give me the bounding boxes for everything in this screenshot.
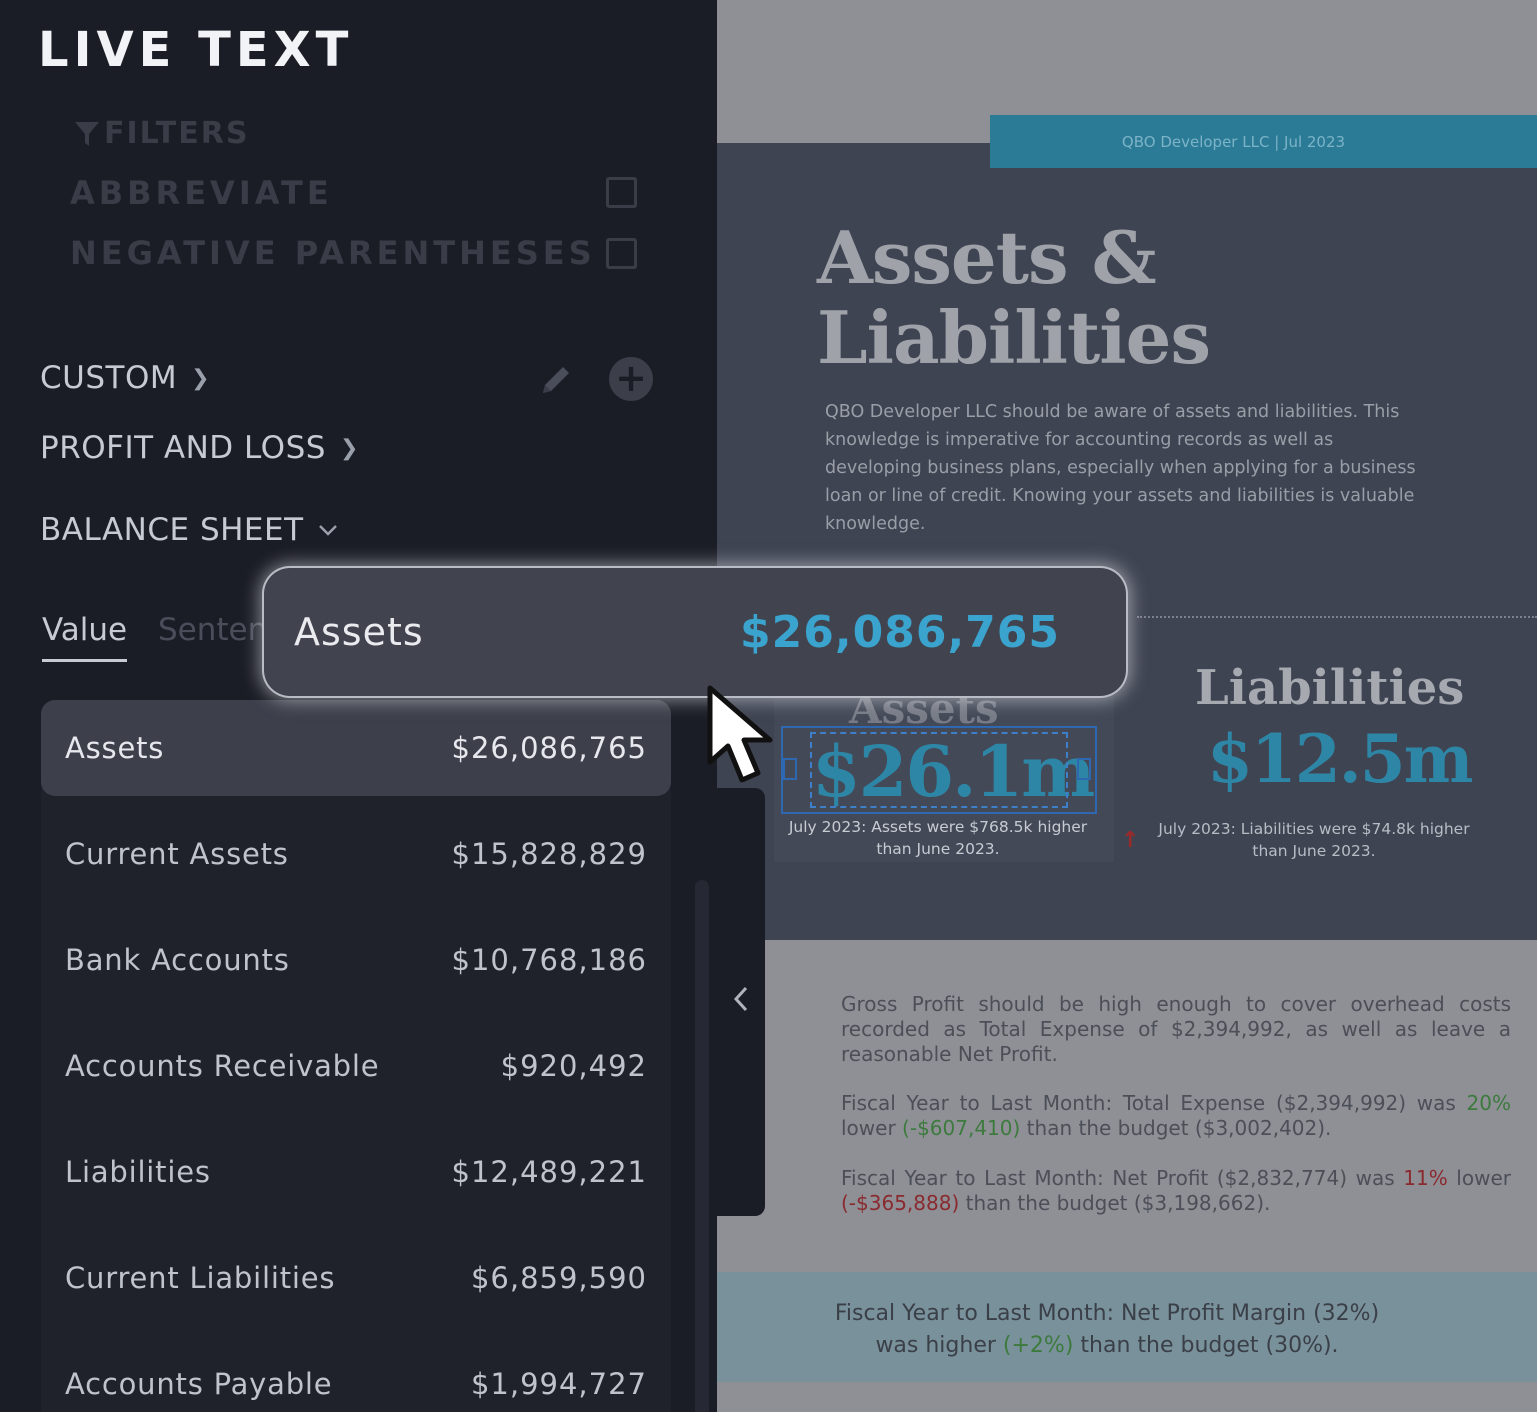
document-title-line2: Liabilities [817, 295, 1211, 380]
list-item[interactable]: Accounts Receivable $920,492 [41, 1018, 671, 1114]
para-text: lower [841, 1116, 903, 1140]
list-item[interactable]: Bank Accounts $10,768,186 [41, 912, 671, 1008]
tooltip-value: $26,086,765 [740, 606, 1060, 658]
chevron-right-icon: ❯ [339, 435, 359, 461]
filters-toggle[interactable]: FILTERS [74, 116, 249, 151]
para-delta: (-$607,410) [902, 1116, 1021, 1140]
liabilities-caption: July 2023: Liabilities were $74.8k highe… [1158, 820, 1470, 860]
liabilities-heading: Liabilities [1195, 660, 1465, 716]
row-value: $1,994,727 [470, 1367, 647, 1401]
para-delta: (-$365,888) [841, 1191, 960, 1215]
add-custom-icon[interactable]: + [609, 357, 653, 401]
row-label: Accounts Receivable [65, 1049, 380, 1083]
row-value: $6,859,590 [470, 1261, 647, 1295]
row-value: $26,086,765 [451, 731, 647, 765]
document-title-line1: Assets & [817, 215, 1157, 300]
filters-label: FILTERS [104, 116, 250, 151]
list-item[interactable]: Current Assets $15,828,829 [41, 806, 671, 902]
abbreviate-checkbox[interactable] [606, 177, 637, 208]
para-text: Fiscal Year to Last Month: Net Profit ($… [841, 1166, 1404, 1190]
negative-parentheses-label: NEGATIVE PARENTHESES [70, 234, 596, 272]
row-value: $12,489,221 [451, 1155, 647, 1189]
live-text-panel: LIVE TEXT FILTERS ABBREVIATE NEGATIVE PA… [0, 0, 717, 1412]
para-percent: 20% [1466, 1091, 1511, 1115]
tooltip-label: Assets [294, 610, 424, 654]
chevron-right-icon: ❯ [191, 365, 211, 391]
document-title: Assets & Liabilities [817, 215, 1211, 380]
divider [1137, 616, 1537, 618]
para-text: than the budget ($3,002,402). [1020, 1116, 1332, 1140]
document-banner: QBO Developer LLC | Jul 2023 [990, 115, 1537, 168]
row-label: Bank Accounts [65, 943, 290, 977]
net-profit-margin-text: Fiscal Year to Last Month: Net Profit Ma… [827, 1298, 1387, 1362]
para-text: than the budget ($3,198,662). [959, 1191, 1271, 1215]
section-profit-and-loss-label: PROFIT AND LOSS [40, 430, 326, 466]
row-label: Accounts Payable [65, 1367, 333, 1401]
drag-preview-tooltip: Assets $26,086,765 [264, 568, 1126, 696]
arrow-up-icon: ↑ [1121, 828, 1140, 853]
row-value: $15,828,829 [451, 837, 647, 871]
row-label: Assets [65, 731, 165, 765]
gross-profit-paragraph: Gross Profit should be high enough to co… [841, 992, 1511, 1066]
para-text: Fiscal Year to Last Month: Total Expense… [841, 1091, 1467, 1115]
para-text: than the budget (30%). [1073, 1333, 1339, 1358]
net-profit-paragraph: Fiscal Year to Last Month: Net Profit ($… [841, 1166, 1511, 1216]
row-value: $10,768,186 [451, 943, 647, 977]
tab-value[interactable]: Value [42, 612, 128, 662]
panel-title: LIVE TEXT [38, 22, 354, 78]
chevron-left-icon [733, 986, 748, 1012]
balance-sheet-list: Assets $26,086,765 Current Assets $15,82… [41, 700, 671, 1412]
row-value: $920,492 [500, 1049, 647, 1083]
report-document: QBO Developer LLC | Jul 2023 Assets & Li… [717, 0, 1537, 1412]
list-item[interactable]: Current Liabilities $6,859,590 [41, 1230, 671, 1326]
total-expense-paragraph: Fiscal Year to Last Month: Total Expense… [841, 1091, 1511, 1141]
pencil-icon[interactable] [538, 362, 574, 398]
list-item[interactable]: Accounts Payable $1,994,727 [41, 1336, 671, 1412]
para-percent: 11% [1403, 1166, 1448, 1190]
list-scrollbar[interactable] [695, 880, 709, 1412]
section-profit-and-loss[interactable]: PROFIT AND LOSS ❯ [40, 430, 359, 466]
chevron-down-icon [318, 525, 337, 536]
section-balance-sheet-label: BALANCE SHEET [40, 512, 304, 548]
row-label: Liabilities [65, 1155, 211, 1189]
section-custom-label: CUSTOM [40, 360, 178, 396]
para-delta: (+2%) [1002, 1333, 1074, 1358]
section-balance-sheet[interactable]: BALANCE SHEET [40, 512, 338, 548]
abbreviate-label: ABBREVIATE [70, 174, 333, 212]
list-item[interactable]: Liabilities $12,489,221 [41, 1124, 671, 1220]
negative-parentheses-checkbox[interactable] [606, 238, 637, 269]
assets-caption: July 2023: Assets were $768.5k higher th… [788, 818, 1088, 858]
selection-box-inner [810, 732, 1068, 808]
filter-icon [75, 121, 99, 146]
document-intro: QBO Developer LLC should be aware of ass… [825, 402, 1416, 534]
row-label: Current Assets [65, 837, 289, 871]
row-label: Current Liabilities [65, 1261, 336, 1295]
mouse-cursor-icon [707, 685, 773, 783]
tab-sentence[interactable]: Senten [158, 612, 267, 648]
resize-handle-right[interactable] [1077, 758, 1091, 780]
collapse-panel-button[interactable] [717, 788, 765, 1216]
list-item-assets[interactable]: Assets $26,086,765 [41, 700, 671, 796]
para-text: lower [1447, 1166, 1511, 1190]
section-custom[interactable]: CUSTOM ❯ [40, 360, 210, 396]
liabilities-value[interactable]: $12.5m [1207, 720, 1474, 798]
